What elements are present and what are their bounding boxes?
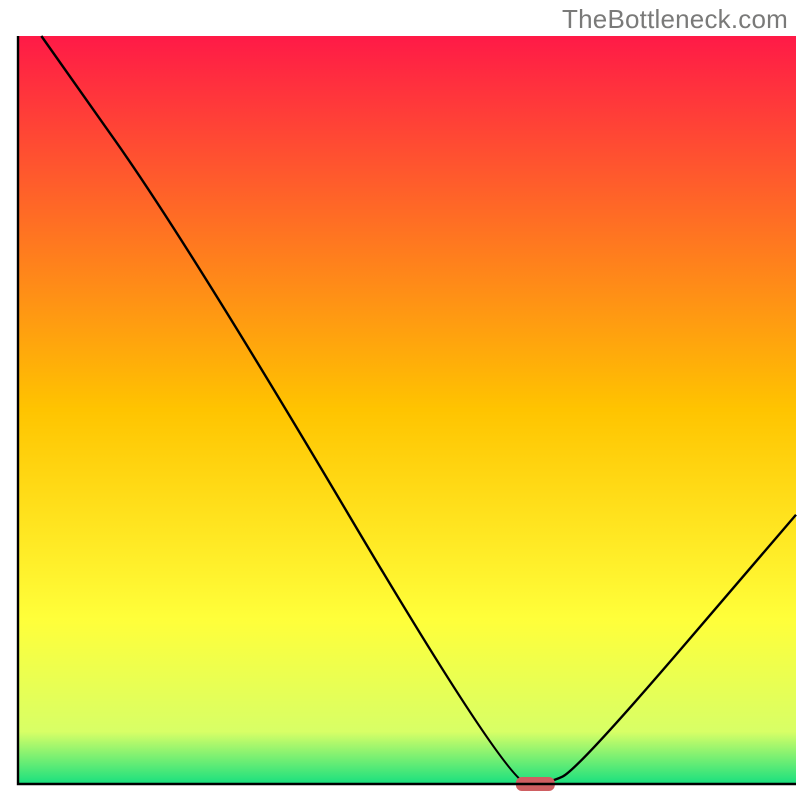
bottleneck-chart [0,0,800,800]
watermark-text: TheBottleneck.com [562,4,788,35]
chart-container: TheBottleneck.com [0,0,800,800]
plot-area [18,36,796,791]
plot-background [18,36,796,784]
